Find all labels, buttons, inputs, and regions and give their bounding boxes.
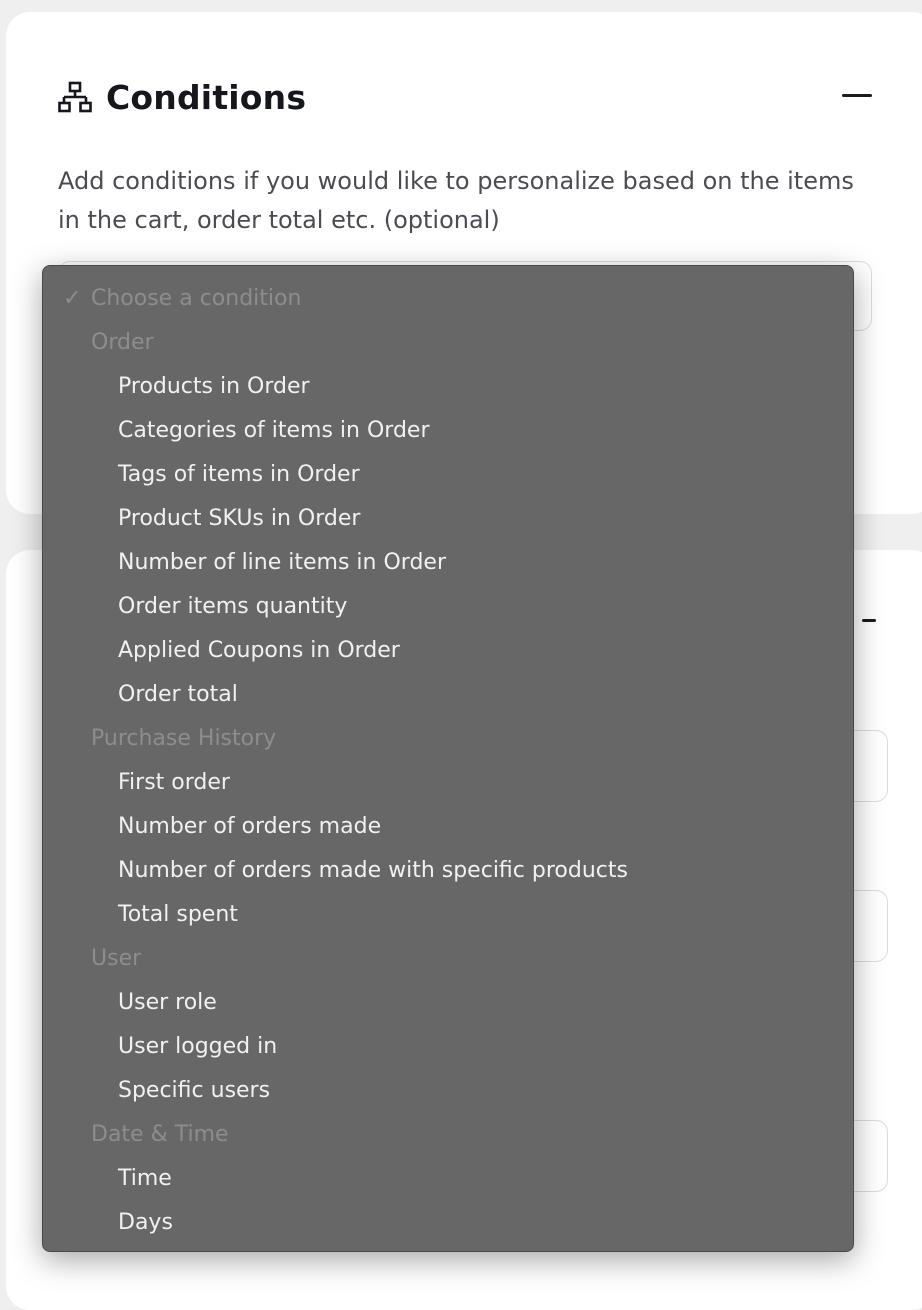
option-total-spent[interactable]: Total spent: [43, 893, 853, 937]
placeholder-label: Choose a condition: [91, 286, 302, 311]
card-header: Conditions: [58, 78, 306, 117]
group-label-order: Order: [91, 330, 154, 355]
option-orders-with-products[interactable]: Number of orders made with specific prod…: [43, 849, 853, 893]
option-orders-made[interactable]: Number of orders made: [43, 805, 853, 849]
collapse-icon[interactable]: [842, 94, 872, 97]
option-products-in-order[interactable]: Products in Order: [43, 365, 853, 409]
collapse-icon[interactable]: [862, 619, 876, 622]
group-label-date-time: Date & Time: [91, 1122, 229, 1147]
checkmark-icon: ✓: [63, 286, 82, 311]
option-order-total[interactable]: Order total: [43, 673, 853, 717]
group-label-purchase-history: Purchase History: [91, 726, 277, 751]
option-line-items-count[interactable]: Number of line items in Order: [43, 541, 853, 585]
option-applied-coupons[interactable]: Applied Coupons in Order: [43, 629, 853, 673]
option-tags-in-order[interactable]: Tags of items in Order: [43, 453, 853, 497]
dropdown-placeholder[interactable]: ✓ Choose a condition: [43, 277, 853, 321]
sitemap-icon: [58, 81, 92, 112]
option-user-logged-in[interactable]: User logged in: [43, 1025, 853, 1069]
group-label-user: User: [91, 946, 142, 971]
option-user-role[interactable]: User role: [43, 981, 853, 1025]
option-skus-in-order[interactable]: Product SKUs in Order: [43, 497, 853, 541]
option-days[interactable]: Days: [43, 1201, 853, 1245]
card-description: Add conditions if you would like to pers…: [58, 167, 854, 234]
option-time[interactable]: Time: [43, 1157, 853, 1201]
card-title: Conditions: [106, 78, 307, 117]
option-specific-users[interactable]: Specific users: [43, 1069, 853, 1113]
option-items-quantity[interactable]: Order items quantity: [43, 585, 853, 629]
option-categories-in-order[interactable]: Categories of items in Order: [43, 409, 853, 453]
condition-dropdown-menu: ✓ Choose a condition Order Products in O…: [42, 265, 854, 1252]
option-first-order[interactable]: First order: [43, 761, 853, 805]
